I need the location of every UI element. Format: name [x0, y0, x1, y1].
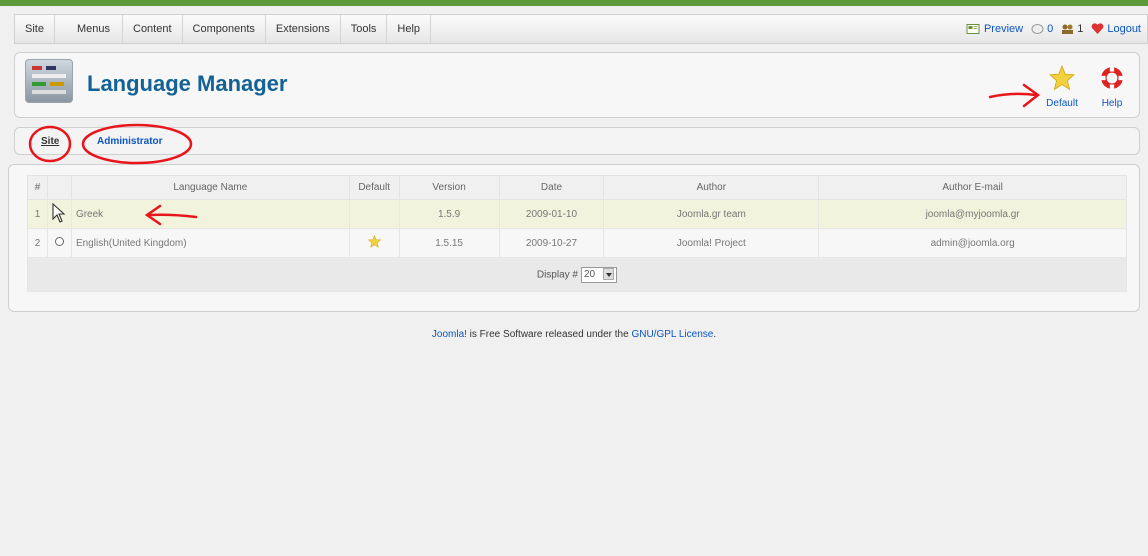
default-cell [348, 199, 400, 229]
lifebuoy-icon [1100, 66, 1124, 90]
menu-item-menus[interactable]: Menus [55, 15, 123, 43]
language-table: # Language Name Default Version Date Aut… [27, 175, 1127, 292]
footer-text: is Free Software released under the [466, 329, 632, 340]
help-button[interactable]: Help [1089, 63, 1135, 111]
preview-icon [966, 24, 980, 34]
joomla-link[interactable]: Joomla! [432, 329, 467, 340]
chevron-down-icon [603, 267, 615, 280]
status-bar: Preview 0 1 Logout [965, 15, 1141, 43]
column-header-author-email[interactable]: Author E-mail [818, 175, 1127, 200]
menu-bar: Site Menus Content Components Extensions… [14, 14, 1148, 44]
messages-status[interactable]: 0 [1031, 23, 1053, 35]
page-title: Language Manager [87, 71, 288, 96]
author-cell: Joomla! Project [603, 228, 820, 258]
pagination-row: Display # 20 [27, 257, 1127, 292]
date-cell: 2009-01-10 [498, 199, 605, 229]
menu-item-help[interactable]: Help [387, 15, 432, 43]
default-button-label: Default [1046, 98, 1078, 109]
table-header-row: # Language Name Default Version Date Aut… [27, 175, 1127, 200]
row-radio[interactable] [54, 237, 64, 246]
display-label: Display # [536, 269, 578, 281]
column-header-default[interactable]: Default [348, 175, 400, 200]
row-number: 2 [27, 228, 48, 258]
toolbar-box: Language Manager Default Help [14, 52, 1140, 118]
table-row[interactable]: 2 English(United Kingdom) 1.5.15 2009-10… [27, 228, 1127, 258]
row-radio-cell[interactable] [46, 228, 72, 258]
column-header-author[interactable]: Author [603, 175, 820, 200]
license-link[interactable]: GNU/GPL License [631, 329, 713, 340]
logout-link[interactable]: Logout [1091, 23, 1141, 35]
preview-link[interactable]: Preview [965, 23, 1023, 35]
mouse-cursor-icon [52, 202, 66, 223]
column-header-language-name[interactable]: Language Name [70, 175, 350, 200]
menu-item-extensions[interactable]: Extensions [266, 15, 341, 43]
submenu-administrator[interactable]: Administrator [97, 136, 163, 147]
column-header-date[interactable]: Date [498, 175, 605, 200]
default-cell [348, 228, 400, 258]
main-content: # Language Name Default Version Date Aut… [8, 164, 1140, 312]
language-manager-icon [25, 59, 73, 103]
language-name-cell[interactable]: English(United Kingdom) [70, 228, 350, 258]
help-button-label: Help [1101, 98, 1123, 109]
main-menu: Site Menus Content Components Extensions… [15, 15, 432, 43]
star-icon [1049, 64, 1075, 91]
top-accent-bar [0, 0, 1148, 6]
menu-item-tools[interactable]: Tools [341, 15, 388, 43]
logout-label: Logout [1107, 23, 1141, 35]
table-row[interactable]: 1 Greek 1.5.9 2009-01-10 Joomla.gr team … [27, 199, 1127, 229]
menu-item-site[interactable]: Site [15, 15, 55, 43]
row-number: 1 [27, 199, 48, 229]
preview-label: Preview [983, 23, 1024, 35]
author-email-cell: admin@joomla.org [818, 228, 1127, 258]
display-limit-select[interactable]: 20 [581, 266, 618, 283]
column-header-num[interactable]: # [27, 175, 48, 200]
menu-item-content[interactable]: Content [123, 15, 183, 43]
messages-count: 0 [1047, 23, 1054, 35]
language-name-cell[interactable]: Greek [70, 199, 350, 229]
users-count: 1 [1077, 23, 1084, 35]
users-status: 1 [1061, 23, 1083, 35]
version-cell: 1.5.9 [398, 199, 500, 229]
pagination-cell: Display # 20 [27, 257, 1127, 292]
submenu-site[interactable]: Site [41, 136, 59, 147]
author-cell: Joomla.gr team [603, 199, 820, 229]
date-cell: 2009-10-27 [498, 228, 605, 258]
author-email-cell: joomla@myjoomla.gr [818, 199, 1127, 229]
footer-end: . [713, 329, 717, 340]
version-cell: 1.5.15 [398, 228, 500, 258]
default-button[interactable]: Default [1039, 63, 1085, 111]
menu-item-components[interactable]: Components [183, 15, 266, 43]
default-star-icon [367, 234, 381, 248]
page-footer: Joomla! is Free Software released under … [0, 329, 1148, 340]
logout-icon [1091, 23, 1104, 34]
submenu: Site Administrator [14, 127, 1140, 155]
column-header-select [46, 175, 72, 200]
display-limit-value: 20 [584, 268, 596, 280]
users-icon [1062, 24, 1074, 34]
row-radio-cell[interactable] [46, 199, 72, 229]
messages-icon [1031, 24, 1044, 34]
column-header-version[interactable]: Version [398, 175, 500, 200]
